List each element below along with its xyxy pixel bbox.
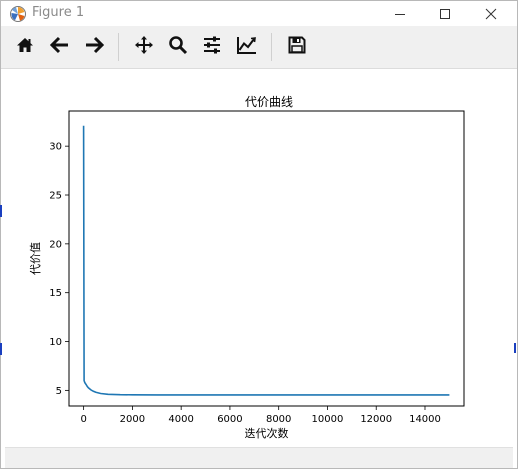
close-icon [485,8,497,20]
back-button[interactable] [48,35,72,59]
x-tick-label: 2000 [120,414,145,425]
title-bar[interactable]: Figure 1 [1,1,517,26]
y-tick-label: 5 [56,386,62,397]
x-tick-label: 10000 [312,414,344,425]
close-button[interactable] [468,1,514,26]
floppy-disk-icon [287,35,307,59]
y-tick-label: 25 [49,191,62,202]
home-icon [15,35,35,59]
home-button[interactable] [13,35,37,59]
toolbar-separator [118,33,119,61]
background-window-edge [0,205,2,217]
cost-curve-chart: 0 2000 4000 6000 8000 10000 12000 14000 5 10 15 20 2… [29,110,465,440]
y-tick-label: 15 [49,288,62,299]
forward-button[interactable] [82,35,106,59]
magnifier-icon [168,35,188,59]
navigation-toolbar [1,26,517,69]
background-window-edge [0,343,2,355]
window-title: Figure 1 [32,5,85,20]
figure-canvas[interactable]: 代价曲线 0 2000 4000 6000 8000 10000 12000 14000 5 10… [5,69,513,441]
y-axis-label: 代价值 [29,242,42,275]
x-tick-label: 8000 [266,414,291,425]
y-tick-label: 30 [49,142,62,153]
x-tick-label: 4000 [168,414,193,425]
x-tick-label: 6000 [217,414,242,425]
zoom-button[interactable] [166,35,190,59]
line-chart-icon [236,35,258,59]
subplots-button[interactable] [200,35,224,59]
x-tick-label: 0 [80,414,86,425]
series-line-cost [82,125,450,396]
axes-frame [68,110,465,407]
matplotlib-app-icon [9,5,27,23]
toolbar-separator [271,33,272,61]
x-tick-label: 12000 [360,414,392,425]
move-icon [134,35,154,59]
edit-axis-button[interactable] [235,35,259,59]
pan-button[interactable] [132,35,156,59]
arrow-left-icon [49,35,70,59]
figure-window: Figure 1 代价曲线 0 2000 4000 6000 8000 1000… [0,0,518,469]
y-tick-label: 20 [49,239,62,250]
sliders-icon [202,35,222,59]
status-bar [5,447,513,468]
maximize-button[interactable] [422,1,468,26]
arrow-right-icon [84,35,105,59]
save-button[interactable] [285,35,309,59]
minimize-icon [394,8,406,20]
maximize-icon [439,8,451,20]
x-axis-label: 迭代次数 [245,426,289,440]
minimize-button[interactable] [377,1,423,26]
background-window-edge [514,343,516,353]
x-tick-label: 14000 [409,414,441,425]
y-tick-label: 10 [49,337,62,348]
